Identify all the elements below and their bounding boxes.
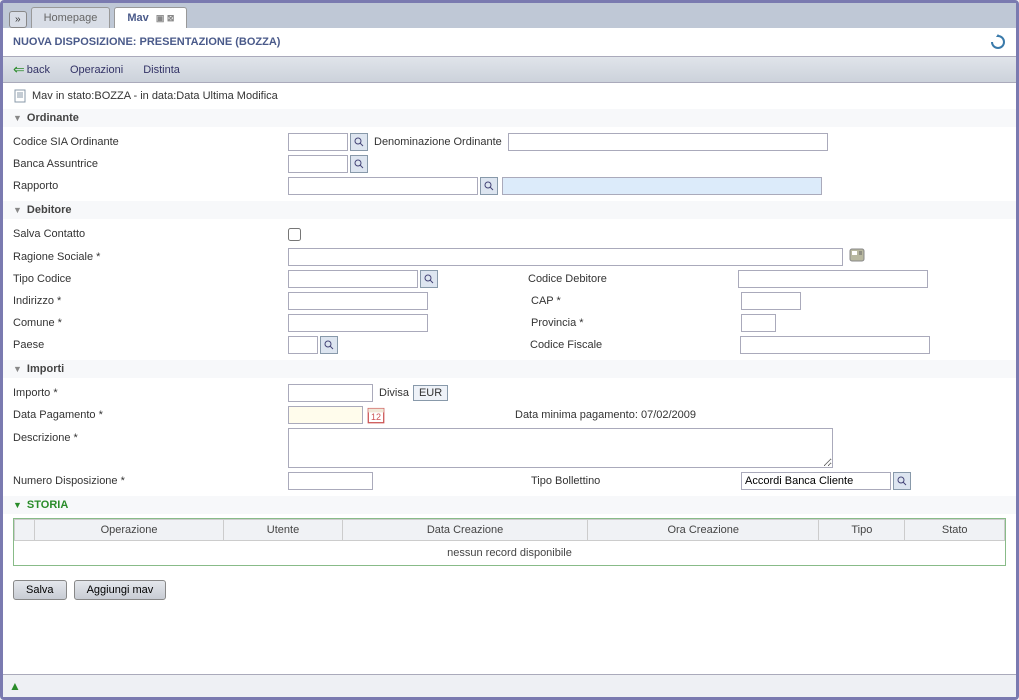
salva-contatto-checkbox[interactable]: [288, 228, 301, 241]
comune-label: Comune *: [13, 317, 288, 329]
numero-disposizione-input[interactable]: [288, 472, 373, 490]
provincia-input[interactable]: [741, 314, 776, 332]
tipo-bollettino-input[interactable]: [741, 472, 891, 490]
codice-debitore-input[interactable]: [738, 270, 928, 288]
descrizione-label: Descrizione *: [13, 428, 288, 444]
debitore-form: Salva Contatto Ragione Sociale * Tipo Co…: [3, 219, 1016, 360]
cap-label: CAP *: [521, 295, 741, 307]
codice-sia-label: Codice SIA Ordinante: [13, 136, 288, 148]
tipo-codice-lookup[interactable]: [420, 270, 438, 288]
app-window: » Homepage Mav ▣ ⊠ NUOVA DISPOSIZIONE: P…: [0, 0, 1019, 700]
ordinante-form: Codice SIA Ordinante Denominazione Ordin…: [3, 127, 1016, 201]
th-ora-creazione: Ora Creazione: [588, 520, 819, 541]
codice-fiscale-input[interactable]: [740, 336, 930, 354]
chevron-down-icon: ▼: [13, 364, 22, 374]
banca-lookup[interactable]: [350, 155, 368, 173]
empty-message: nessun record disponibile: [15, 541, 1005, 566]
section-importi[interactable]: ▼ Importi: [3, 360, 1016, 378]
arrow-left-icon: ⇐: [13, 61, 25, 78]
codice-debitore-label: Codice Debitore: [518, 273, 738, 285]
chevron-down-icon: ▼: [13, 205, 22, 215]
ragione-sociale-label: Ragione Sociale *: [13, 251, 288, 263]
calendar-icon[interactable]: 12: [367, 406, 385, 424]
section-title: Importi: [27, 363, 64, 375]
ragione-sociale-input[interactable]: [288, 248, 843, 266]
tab-mav[interactable]: Mav ▣ ⊠: [114, 7, 187, 28]
indirizzo-input[interactable]: [288, 292, 428, 310]
chevron-down-icon: ▼: [13, 113, 22, 123]
divisa-value: EUR: [413, 385, 448, 401]
tipo-bollettino-label: Tipo Bollettino: [521, 475, 741, 487]
svg-text:12: 12: [371, 412, 381, 422]
section-title: STORIA: [27, 499, 68, 511]
section-title: Ordinante: [27, 112, 79, 124]
divisa-label: Divisa: [379, 387, 409, 399]
rapporto-lookup[interactable]: [480, 177, 498, 195]
tab-label: Mav: [127, 12, 148, 24]
rapporto-label: Rapporto: [13, 180, 288, 192]
footer: ▲: [3, 674, 1016, 697]
banca-label: Banca Assuntrice: [13, 158, 288, 170]
descrizione-input[interactable]: [288, 428, 833, 468]
th-operazione: Operazione: [35, 520, 224, 541]
denominazione-input[interactable]: [508, 133, 828, 151]
contacts-icon[interactable]: [849, 247, 869, 266]
data-minima-label: Data minima pagamento: 07/02/2009: [515, 409, 696, 421]
rapporto-display: [502, 177, 822, 195]
th-tipo: Tipo: [819, 520, 905, 541]
chevron-down-icon: ▼: [13, 500, 22, 510]
importi-form: Importo * Divisa EUR Data Pagamento * 12…: [3, 378, 1016, 496]
tipo-bollettino-lookup[interactable]: [893, 472, 911, 490]
denominazione-label: Denominazione Ordinante: [374, 136, 502, 148]
back-label: back: [27, 64, 50, 76]
paese-label: Paese: [13, 339, 288, 351]
tipo-codice-input[interactable]: [288, 270, 418, 288]
th-utente: Utente: [224, 520, 343, 541]
th-stato: Stato: [905, 520, 1005, 541]
action-bar: Salva Aggiungi mav: [3, 570, 1016, 610]
salva-contatto-label: Salva Contatto: [13, 228, 288, 240]
data-pagamento-label: Data Pagamento *: [13, 409, 288, 421]
provincia-label: Provincia *: [521, 317, 741, 329]
tab-bar: » Homepage Mav ▣ ⊠: [3, 3, 1016, 28]
tab-homepage[interactable]: Homepage: [31, 7, 111, 28]
status-line: Mav in stato:BOZZA - in data:Data Ultima…: [3, 83, 1016, 109]
data-pagamento-input[interactable]: [288, 406, 363, 424]
title-bar: NUOVA DISPOSIZIONE: PRESENTAZIONE (BOZZA…: [3, 28, 1016, 56]
triangle-up-icon[interactable]: ▲: [9, 679, 21, 693]
storia-table: Operazione Utente Data Creazione Ora Cre…: [13, 518, 1006, 566]
section-ordinante[interactable]: ▼ Ordinante: [3, 109, 1016, 127]
rapporto-input[interactable]: [288, 177, 478, 195]
tab-controls: ▣ ⊠: [156, 13, 175, 23]
codice-sia-input[interactable]: [288, 133, 348, 151]
cap-input[interactable]: [741, 292, 801, 310]
toolbar: ⇐ back Operazioni Distinta: [3, 56, 1016, 83]
expand-button[interactable]: »: [9, 11, 27, 28]
toolbar-operazioni[interactable]: Operazioni: [70, 64, 123, 76]
th-data-creazione: Data Creazione: [342, 520, 587, 541]
numero-disposizione-label: Numero Disposizione *: [13, 475, 288, 487]
banca-input[interactable]: [288, 155, 348, 173]
status-text: Mav in stato:BOZZA - in data:Data Ultima…: [32, 90, 278, 102]
page-title: NUOVA DISPOSIZIONE: PRESENTAZIONE (BOZZA…: [13, 36, 280, 48]
salva-button[interactable]: Salva: [13, 580, 67, 600]
importo-input[interactable]: [288, 384, 373, 402]
section-storia[interactable]: ▼ STORIA: [3, 496, 1016, 514]
indirizzo-label: Indirizzo *: [13, 295, 288, 307]
section-title: Debitore: [27, 204, 72, 216]
document-icon: [13, 89, 27, 103]
paese-lookup[interactable]: [320, 336, 338, 354]
comune-input[interactable]: [288, 314, 428, 332]
codice-sia-lookup[interactable]: [350, 133, 368, 151]
aggiungi-mav-button[interactable]: Aggiungi mav: [74, 580, 167, 600]
th-blank: [15, 520, 35, 541]
back-button[interactable]: ⇐ back: [13, 61, 50, 78]
refresh-icon[interactable]: [990, 34, 1006, 50]
tipo-codice-label: Tipo Codice: [13, 273, 288, 285]
paese-input[interactable]: [288, 336, 318, 354]
codice-fiscale-label: Codice Fiscale: [520, 339, 740, 351]
importo-label: Importo *: [13, 387, 288, 399]
toolbar-distinta[interactable]: Distinta: [143, 64, 180, 76]
section-debitore[interactable]: ▼ Debitore: [3, 201, 1016, 219]
